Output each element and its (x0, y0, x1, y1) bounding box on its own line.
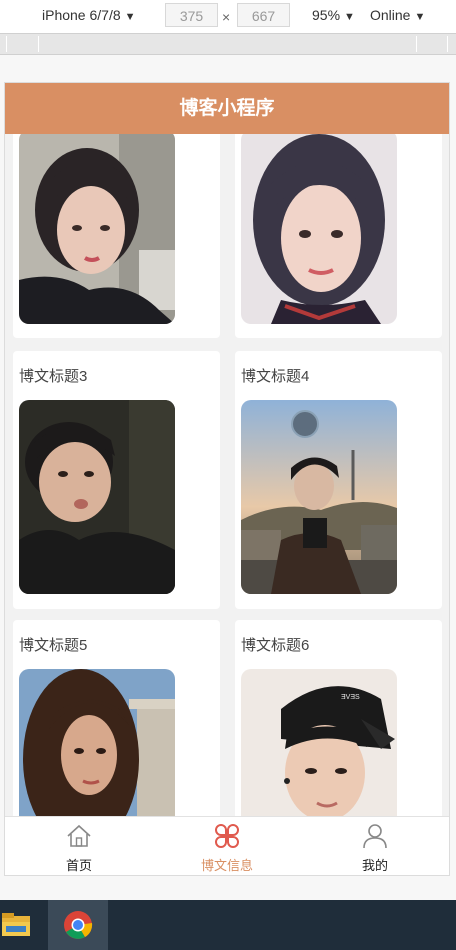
post-card-1[interactable] (13, 134, 220, 338)
post-photo: ƎVƎS (241, 669, 397, 816)
tab-label: 博文信息 (200, 858, 253, 873)
tab-label: 首页 (65, 858, 92, 873)
post-card-6[interactable]: 博文标题6 ƎVƎS (235, 620, 442, 816)
media-query-ruler[interactable] (0, 33, 456, 55)
post-photo (241, 400, 397, 594)
device-label: iPhone 6/7/8 (42, 7, 121, 23)
tab-bar: 首页 博文信息 我的 (5, 816, 449, 875)
device-select[interactable]: iPhone 6/7/8 ▼ (42, 7, 136, 23)
zoom-label: 95% (312, 7, 341, 23)
post-title: 博文标题6 (241, 637, 310, 654)
post-photo (19, 400, 175, 594)
post-title: 博文标题4 (241, 368, 310, 385)
zoom-select[interactable]: 95% ▼ (312, 7, 355, 23)
post-feed[interactable]: 博文标题3 博文标题4 博文标题5 博文标题6 ƎVƎS (5, 134, 449, 816)
network-select[interactable]: Online ▼ (370, 7, 425, 23)
svg-text:ƎVƎS: ƎVƎS (341, 694, 360, 701)
phone-viewport: 博客小程序 博文标题3 博文标题4 博文标题5 博文标题6 ƎVƎS 首页 博文… (4, 82, 450, 876)
network-label: Online (370, 7, 411, 23)
dimension-separator: × (222, 9, 231, 25)
post-photo (241, 134, 397, 324)
tab-blog-info[interactable]: 博文信息 (153, 817, 301, 875)
navigation-bar: 博客小程序 (5, 83, 449, 134)
devtools-toolbar: iPhone 6/7/8 ▼ 375 × 667 95% ▼ Online ▼ (0, 0, 456, 33)
user-icon (363, 824, 387, 849)
chevron-down-icon: ▼ (344, 11, 355, 23)
chevron-down-icon: ▼ (414, 11, 426, 23)
post-card-5[interactable]: 博文标题5 (13, 620, 220, 816)
os-taskbar (0, 900, 456, 950)
post-title: 博文标题5 (19, 637, 88, 654)
height-input[interactable]: 667 (237, 3, 290, 27)
tab-label: 我的 (361, 858, 388, 873)
grid-icon (215, 824, 239, 848)
chevron-down-icon: ▼ (124, 11, 136, 23)
width-input[interactable]: 375 (165, 3, 218, 27)
post-photo (19, 669, 175, 816)
post-card-2[interactable] (235, 134, 442, 338)
home-icon (67, 824, 91, 847)
post-card-3[interactable]: 博文标题3 (13, 351, 220, 609)
post-card-4[interactable]: 博文标题4 (235, 351, 442, 609)
tab-home[interactable]: 首页 (5, 817, 153, 875)
post-photo (19, 134, 175, 324)
file-explorer-icon[interactable] (2, 912, 32, 938)
chrome-icon (64, 911, 93, 939)
chrome-taskbar-item[interactable] (48, 900, 108, 950)
post-title: 博文标题3 (19, 368, 88, 385)
tab-mine[interactable]: 我的 (301, 817, 449, 875)
